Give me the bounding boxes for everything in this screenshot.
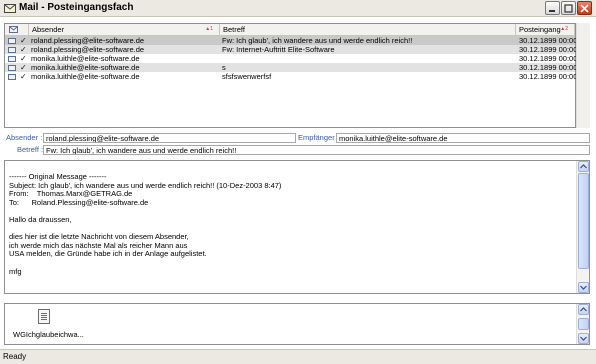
row-status: ✓ <box>8 36 28 45</box>
row-status: ✓ <box>8 63 28 72</box>
scroll-down-button[interactable] <box>578 282 589 293</box>
message-list[interactable]: Absender ▲1 Betreff Posteingang ▲2 ✓ rol… <box>4 23 577 128</box>
window-title: Mail - Posteingangsfach <box>19 2 134 13</box>
message-date: 30.12.1899 00:00 <box>519 36 577 45</box>
envelope-icon <box>8 56 16 62</box>
envelope-icon <box>9 26 18 33</box>
read-check-icon: ✓ <box>20 54 27 63</box>
close-icon <box>580 4 589 13</box>
read-check-icon: ✓ <box>20 45 27 54</box>
subject-field[interactable]: Fw: Ich glaub', ich wandere aus und werd… <box>43 145 590 155</box>
title-bar: Mail - Posteingangsfach <box>0 0 596 17</box>
status-bar: Ready <box>0 349 596 364</box>
message-subject: Fw: Internet-Auftritt Elite-Software <box>222 45 335 54</box>
to-label: Empfänger : <box>298 133 339 142</box>
chevron-up-icon <box>580 164 587 169</box>
maximize-button[interactable] <box>561 1 576 15</box>
message-from: roland.plessing@elite-software.de <box>31 36 145 45</box>
message-subject: s <box>222 63 226 72</box>
sort-indicator-icon: ▲2 <box>560 26 568 32</box>
attachment-scrollbar[interactable] <box>576 304 589 344</box>
message-row[interactable]: ✓ monika.luithle@elite-software.de sfsfs… <box>5 72 577 81</box>
read-check-icon: ✓ <box>20 72 27 81</box>
scroll-thumb[interactable] <box>578 318 589 330</box>
message-from: monika.luithle@elite-software.de <box>31 72 140 81</box>
column-header-from-label: Absender <box>32 25 65 34</box>
document-icon[interactable] <box>38 309 50 324</box>
column-header-from[interactable]: Absender ▲1 <box>29 24 220 35</box>
row-status: ✓ <box>8 54 28 63</box>
chevron-down-icon <box>580 285 587 290</box>
scroll-up-button[interactable] <box>578 304 589 315</box>
message-body-text: ------- Original Message ------- Subject… <box>9 172 282 276</box>
message-date: 30.12.1899 00:00 <box>519 45 577 54</box>
envelope-icon <box>8 65 16 71</box>
scroll-up-button[interactable] <box>578 161 589 172</box>
message-from: roland.plessing@elite-software.de <box>31 45 145 54</box>
column-header-subject[interactable]: Betreff <box>220 24 516 35</box>
read-check-icon: ✓ <box>20 63 27 72</box>
message-row[interactable]: ✓ monika.luithle@elite-software.de s 30.… <box>5 63 577 72</box>
scroll-thumb[interactable] <box>578 173 589 269</box>
message-date: 30.12.1899 00:00 <box>519 63 577 72</box>
message-subject: sfsfswenwerfsf <box>222 72 272 81</box>
message-row[interactable]: ✓ monika.luithle@elite-software.de 30.12… <box>5 54 577 63</box>
from-field[interactable]: roland.plessing@elite-software.de <box>43 133 296 143</box>
column-header-received-label: Posteingang <box>519 25 561 34</box>
chevron-down-icon <box>580 336 587 341</box>
message-row[interactable]: ✓ roland.plessing@elite-software.de Fw: … <box>5 36 577 45</box>
body-scrollbar[interactable] <box>576 161 589 293</box>
row-status: ✓ <box>8 45 28 54</box>
scroll-down-button[interactable] <box>578 333 589 344</box>
envelope-icon <box>8 74 16 80</box>
maximize-icon <box>564 4 573 13</box>
subject-label: Betreff : <box>17 145 44 154</box>
close-button[interactable] <box>577 1 592 15</box>
message-row[interactable]: ✓ roland.plessing@elite-software.de Fw: … <box>5 45 577 54</box>
message-from: monika.luithle@elite-software.de <box>31 54 140 63</box>
message-from: monika.luithle@elite-software.de <box>31 63 140 72</box>
message-date: 30.12.1899 00:00 <box>519 54 577 63</box>
minimize-button[interactable] <box>545 1 560 15</box>
from-label: Absender : <box>6 133 43 142</box>
chevron-up-icon <box>580 307 587 312</box>
list-header: Absender ▲1 Betreff Posteingang ▲2 <box>5 24 575 36</box>
read-check-icon: ✓ <box>20 36 27 45</box>
mail-app-icon <box>4 4 16 13</box>
column-header-subject-label: Betreff <box>223 25 245 34</box>
status-text: Ready <box>3 352 27 361</box>
minimize-icon <box>549 10 555 12</box>
sort-indicator-icon: ▲1 <box>205 26 213 32</box>
message-subject: Fw: Ich glaub', ich wandere aus und werd… <box>222 36 413 45</box>
envelope-icon <box>8 47 16 53</box>
message-date: 30.12.1899 00:00 <box>519 72 577 81</box>
attachment-name[interactable]: WGIchglaubeichwa... <box>13 330 84 339</box>
message-body[interactable]: ------- Original Message ------- Subject… <box>4 160 590 294</box>
to-field[interactable]: monika.luithle@elite-software.de <box>336 133 590 143</box>
attachment-pane: WGIchglaubeichwa... <box>4 303 590 345</box>
column-header-received[interactable]: Posteingang ▲2 <box>516 24 575 35</box>
envelope-icon <box>8 38 16 44</box>
list-scrollbar[interactable] <box>576 23 590 128</box>
column-header-icon[interactable] <box>5 24 29 35</box>
row-status: ✓ <box>8 72 28 81</box>
